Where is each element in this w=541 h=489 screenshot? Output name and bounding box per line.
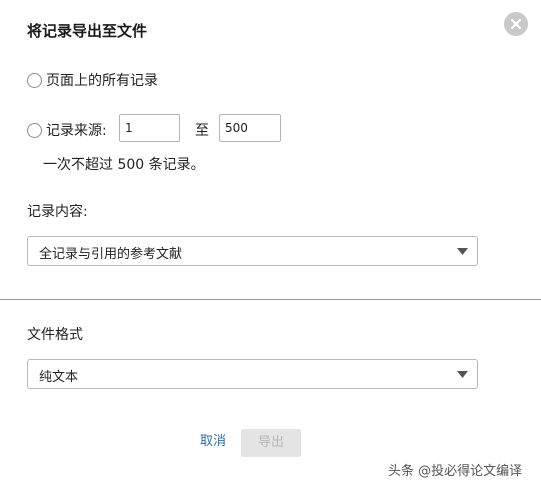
- dialog-title: 将记录导出至文件: [27, 22, 148, 40]
- file-format-select[interactable]: 纯文本: [27, 359, 478, 389]
- close-icon: [510, 18, 522, 30]
- radio-all-records[interactable]: [27, 72, 42, 88]
- chevron-down-icon: [457, 371, 468, 378]
- to-label: 至: [195, 123, 209, 139]
- record-content-select[interactable]: 全记录与引用的参考文献: [27, 236, 478, 266]
- radio-option-all-records[interactable]: 页面上的所有记录: [27, 70, 158, 90]
- radio-all-records-label: 页面上的所有记录: [46, 73, 158, 89]
- close-button[interactable]: [504, 12, 528, 36]
- watermark-text: 头条 @投必得论文编译: [388, 464, 523, 479]
- export-button[interactable]: 导出: [241, 429, 301, 457]
- record-to-input[interactable]: 500: [219, 114, 281, 142]
- radio-record-source[interactable]: [27, 122, 42, 138]
- file-format-label: 文件格式: [27, 327, 83, 343]
- record-limit-note: 一次不超过 500 条记录。: [43, 157, 205, 173]
- chevron-down-icon: [457, 248, 468, 255]
- radio-record-source-label: 记录来源:: [46, 123, 107, 139]
- record-content-value: 全记录与引用的参考文献: [39, 247, 183, 262]
- record-content-label: 记录内容:: [27, 204, 88, 220]
- file-format-value: 纯文本: [39, 370, 79, 385]
- record-from-input[interactable]: 1: [119, 114, 180, 142]
- cancel-button[interactable]: 取消: [200, 430, 226, 449]
- radio-option-record-source[interactable]: 记录来源:: [27, 120, 107, 140]
- section-divider: [0, 299, 541, 300]
